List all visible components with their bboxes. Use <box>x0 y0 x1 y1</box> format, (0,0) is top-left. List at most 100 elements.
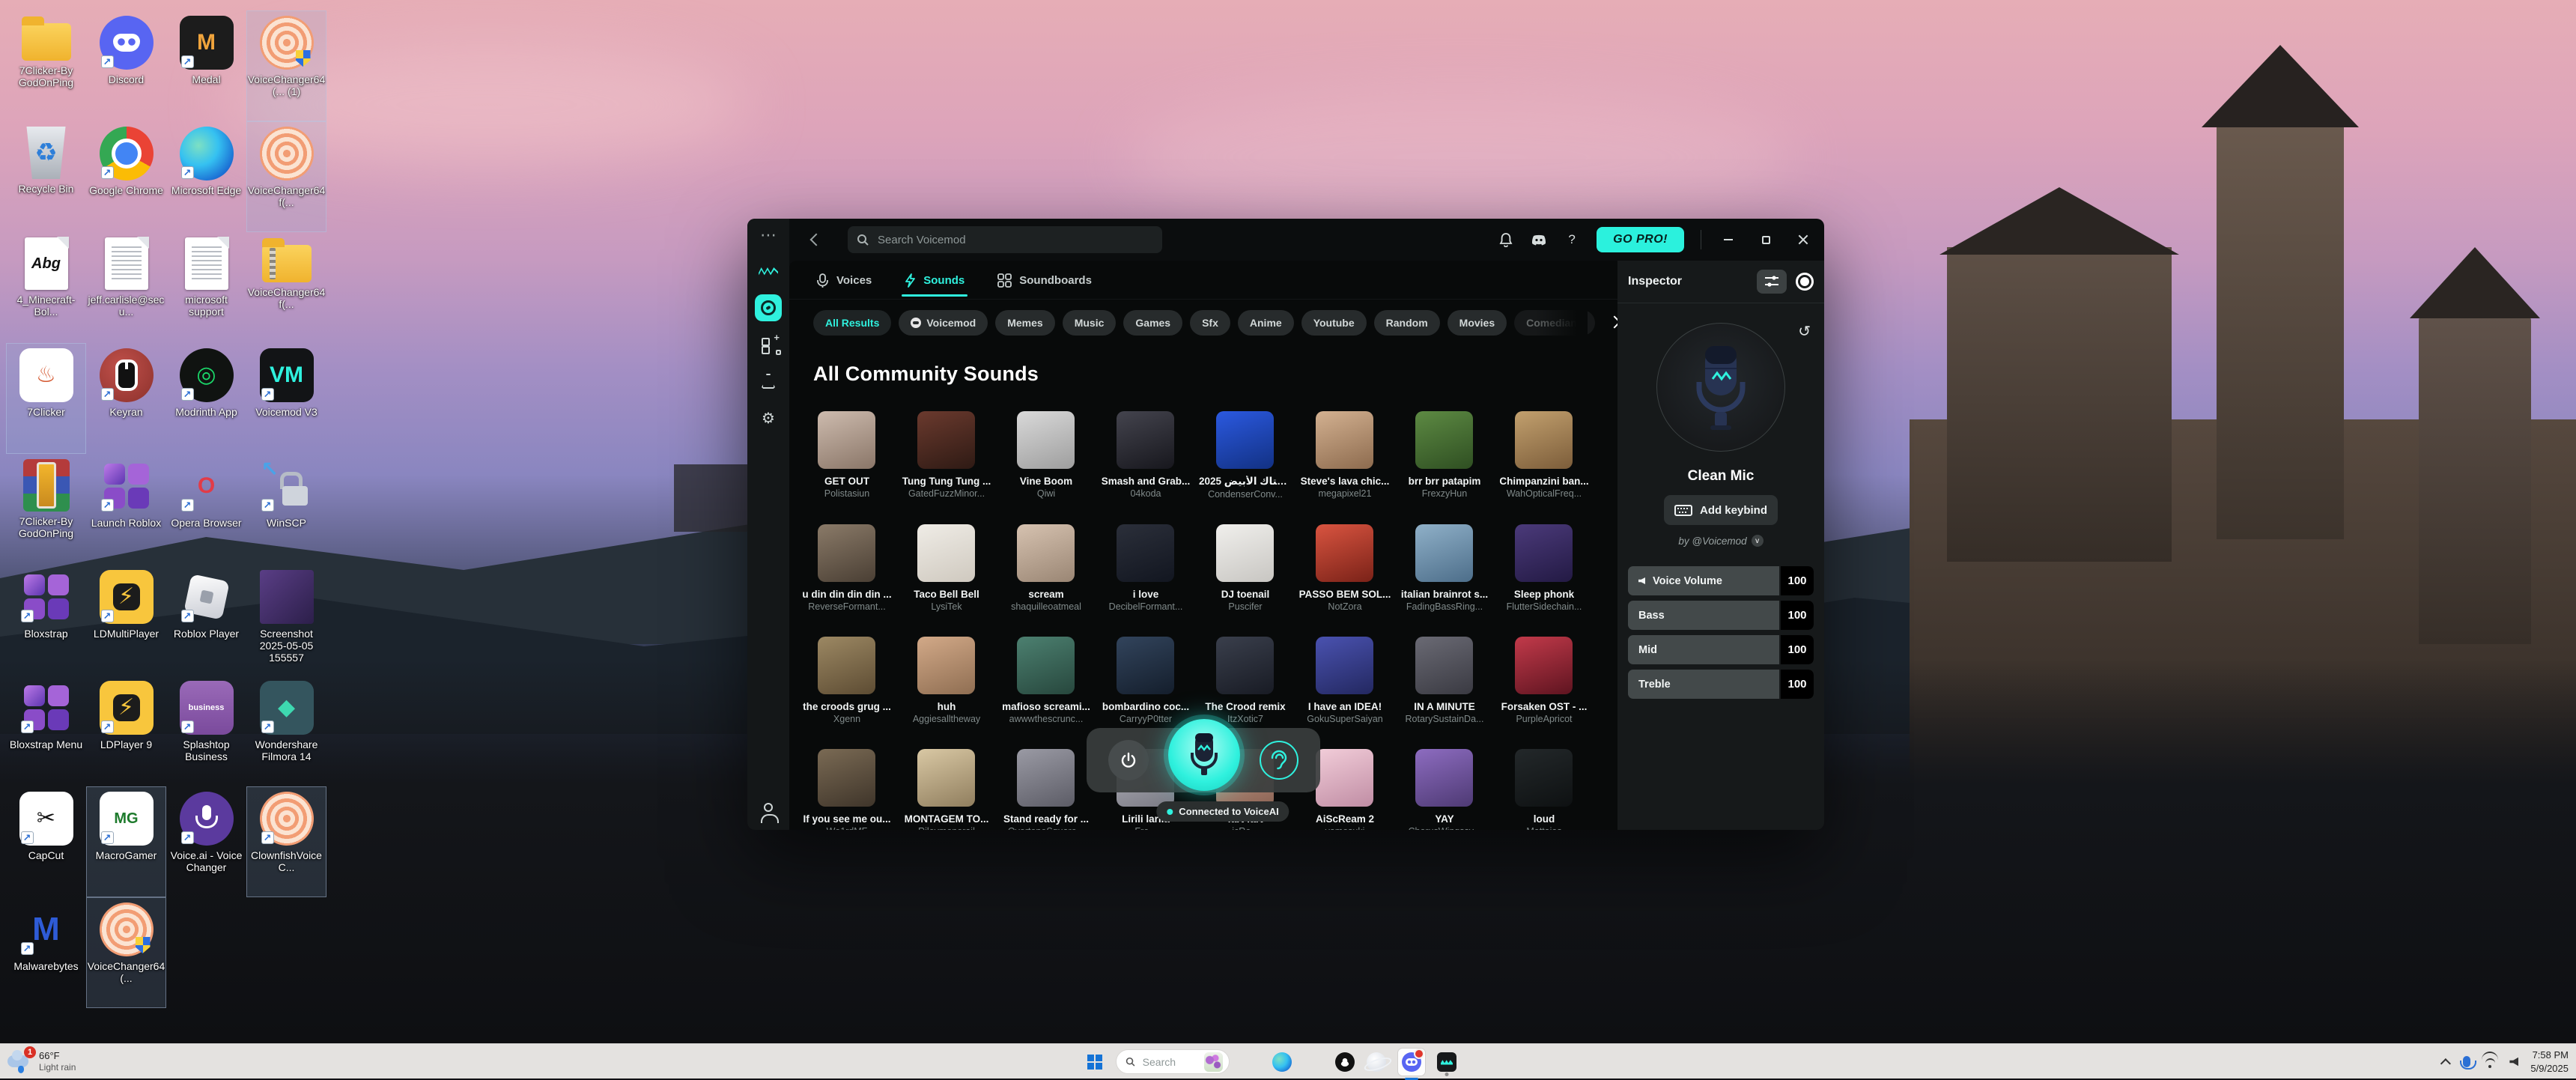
discord-community-icon[interactable] <box>1531 231 1547 248</box>
desktop-icon-voicechanger64[interactable]: VoiceChanger64(... <box>86 897 166 1008</box>
sidebar-item-voicelab[interactable] <box>755 368 782 395</box>
sound-tile[interactable]: MONTAGEM TO...Rileymonorail <box>917 749 975 830</box>
chip-all-results[interactable]: All Results <box>813 310 891 336</box>
sound-tile[interactable]: YAYChorusWingssy... <box>1415 749 1473 830</box>
taskbar-search[interactable] <box>1116 1049 1230 1074</box>
chip-music[interactable]: Music <box>1063 310 1117 336</box>
taskbar-app-people[interactable] <box>1335 1052 1355 1072</box>
desktop-icon-bloxstrap-menu-shortcut[interactable]: ↗Bloxstrap Menu <box>6 676 86 786</box>
desktop-icon-roblox-player-shortcut[interactable]: ↗Roblox Player <box>166 565 246 676</box>
chip-voicemod[interactable]: Voicemod <box>899 310 988 336</box>
chip-memes[interactable]: Memes <box>995 310 1054 336</box>
desktop-icon-google-chrome-shortcut[interactable]: ↗Google Chrome <box>86 121 166 232</box>
taskbar-app-voicemod[interactable] <box>1437 1052 1456 1072</box>
desktop-icon-voicechanger64-1[interactable]: VoiceChanger64(... (1) <box>246 10 326 121</box>
slider-mid[interactable]: Mid100 <box>1628 635 1814 664</box>
taskbar-app-layers-app[interactable] <box>1241 1052 1260 1072</box>
desktop-icon-recycle-bin[interactable]: ♻Recycle Bin <box>6 121 86 232</box>
voicemod-logo-icon[interactable] <box>755 258 782 285</box>
sound-tile[interactable]: i loveDecibelFormant... <box>1117 524 1174 612</box>
desktop-icon-voiceai-shortcut[interactable]: ↗Voice.ai - Voice Changer <box>166 786 246 897</box>
sound-tile[interactable]: GET OUTPolistasiun <box>818 411 875 500</box>
sidebar-item-soundboard-creator[interactable]: + <box>755 331 782 358</box>
sliders-view-button[interactable] <box>1757 270 1787 294</box>
tab-sounds[interactable]: Sounds <box>905 273 965 297</box>
desktop-icon-launch-roblox-shortcut[interactable]: ↗Launch Roblox <box>86 454 166 565</box>
desktop-icon-voicechanger64f[interactable]: VoiceChanger64f(... <box>246 121 326 232</box>
sound-tile[interactable]: bombardino coc...CarryyP0tter <box>1117 637 1174 724</box>
desktop-icon-ldmultiplayer-shortcut[interactable]: ⚡↗LDMultiPlayer <box>86 565 166 676</box>
sound-tile[interactable]: I have an IDEA!GokuSuperSaiyan <box>1316 637 1373 724</box>
voice-changer-power-button[interactable] <box>1108 740 1149 780</box>
desktop-icon-keyran-shortcut[interactable]: ↗Keyran <box>86 343 166 454</box>
add-keybind-button[interactable]: Add keybind <box>1664 495 1778 525</box>
chip-random[interactable]: Random <box>1374 310 1440 336</box>
chip-sfx[interactable]: Sfx <box>1190 310 1230 336</box>
start-button[interactable] <box>1081 1048 1109 1076</box>
sound-tile[interactable]: Tung Tung Tung ...GatedFuzzMinor... <box>917 411 975 500</box>
sound-tile[interactable]: u din din din din ...ReverseFormant... <box>818 524 875 612</box>
minimize-button[interactable] <box>1718 229 1739 250</box>
sound-tile[interactable]: If you see me ou...We1rdMF <box>818 749 875 830</box>
chip-movies[interactable]: Movies <box>1448 310 1507 336</box>
desktop-icon-minecraft-doc[interactable]: Abg4_Minecraft-Bol... <box>6 232 86 343</box>
sound-tile[interactable]: Vine BoomQiwi <box>1017 411 1075 500</box>
taskbar-app-discord[interactable] <box>1398 1049 1425 1076</box>
desktop-icon-discord-shortcut[interactable]: ↗Discord <box>86 10 166 121</box>
desktop-icon-voicemod-v3-shortcut[interactable]: VM↗Voicemod V3 <box>246 343 326 454</box>
weather-widget[interactable]: 1 66°F Light rain <box>7 1046 76 1076</box>
volume-icon[interactable] <box>2509 1058 2518 1067</box>
sound-tile[interactable]: Steve's lava chic...megapixel21 <box>1316 411 1373 500</box>
chip-anime[interactable]: Anime <box>1238 310 1294 336</box>
slider-voice-volume[interactable]: Voice Volume100 <box>1628 566 1814 595</box>
sound-tile[interactable]: The Crood remixItzXotic7 <box>1216 637 1274 724</box>
chip-games[interactable]: Games <box>1123 310 1182 336</box>
close-button[interactable] <box>1793 229 1814 250</box>
sound-tile[interactable]: italian brainrot s...FadingBassRing... <box>1415 524 1473 612</box>
sound-tile[interactable]: Chimpanzini ban...WahOpticalFreq... <box>1515 411 1573 500</box>
help-icon[interactable]: ? <box>1564 231 1580 248</box>
desktop-icon-medal-shortcut[interactable]: M↗Medal <box>166 10 246 121</box>
record-button[interactable] <box>1796 273 1814 291</box>
maximize-button[interactable] <box>1755 229 1776 250</box>
voicemod-search[interactable] <box>848 226 1162 253</box>
go-pro-button[interactable]: GO PRO! <box>1597 227 1684 252</box>
sound-tile[interactable]: screamshaquilleoatmeal <box>1017 524 1075 612</box>
taskbar-clock[interactable]: 7:58 PM 5/9/2025 <box>2530 1049 2569 1075</box>
sound-tile[interactable]: the croods grug ...Xgenn <box>818 637 875 724</box>
tab-voices[interactable]: Voices <box>816 273 872 297</box>
desktop-icon-screenshot-file[interactable]: Screenshot 2025-05-05 155557 <box>246 565 326 676</box>
slider-bass[interactable]: Bass100 <box>1628 601 1814 630</box>
tab-soundboards[interactable]: Soundboards <box>997 273 1092 297</box>
desktop-icon-opera-shortcut[interactable]: O↗Opera Browser <box>166 454 246 565</box>
desktop-icon-7clicker-godonping-rar[interactable]: 7Clicker-By GodOnPing <box>6 454 86 565</box>
sidebar-item-settings[interactable]: ⚙ <box>755 404 782 431</box>
desktop-icon-jeff-carlisle-doc[interactable]: jeff.carlisle@secu... <box>86 232 166 343</box>
sound-tile[interactable]: AiScReam 2yamosuki <box>1316 749 1373 830</box>
window-menu-dots-icon[interactable]: ⋯ <box>755 226 782 244</box>
desktop-icon-clownfish-shortcut[interactable]: ↗ClownfishVoiceC... <box>246 786 326 897</box>
sound-tile[interactable]: Taco Bell BellLysiTek <box>917 524 975 612</box>
sound-tile[interactable]: mafioso screami...awwwthescrunc... <box>1017 637 1075 724</box>
sound-tile[interactable]: Stand ready for ...OvertoneSquare... <box>1017 749 1075 830</box>
sound-tile[interactable]: Sleep phonkFlutterSidechain... <box>1515 524 1573 612</box>
desktop-icon-ldplayer9-shortcut[interactable]: ⚡↗LDPlayer 9 <box>86 676 166 786</box>
desktop-icon-splashtop-shortcut[interactable]: business↗Splashtop Business <box>166 676 246 786</box>
desktop-icon-microsoft-support-doc[interactable]: microsoft support <box>166 232 246 343</box>
notifications-bell-icon[interactable] <box>1498 231 1514 248</box>
taskbar-search-input[interactable] <box>1141 1055 1198 1069</box>
hear-myself-button[interactable] <box>1260 741 1298 780</box>
sound-tile[interactable]: PASSO BEM SOL...NotZora <box>1316 524 1373 612</box>
desktop-icon-7clicker-java[interactable]: ♨7Clicker <box>6 343 86 454</box>
wifi-icon[interactable] <box>2482 1056 2497 1068</box>
microphone-button[interactable] <box>1168 719 1240 791</box>
sound-tile[interactable]: loudMattaias <box>1515 749 1573 830</box>
tray-microphone-icon[interactable] <box>2463 1056 2470 1067</box>
sound-tile[interactable]: 2025 سحتاك الأبيض ...CondenserConv... <box>1216 411 1274 500</box>
sidebar-item-account[interactable] <box>755 794 782 821</box>
voicemod-search-input[interactable] <box>876 233 1131 247</box>
desktop-icon-malwarebytes-shortcut[interactable]: M↗Malwarebytes <box>6 897 86 1008</box>
sound-tile[interactable]: IN A MINUTERotarySustainDa... <box>1415 637 1473 724</box>
sound-tile[interactable]: huhAggiesalltheway <box>917 637 975 724</box>
reset-voice-icon[interactable]: ↺ <box>1798 322 1811 341</box>
